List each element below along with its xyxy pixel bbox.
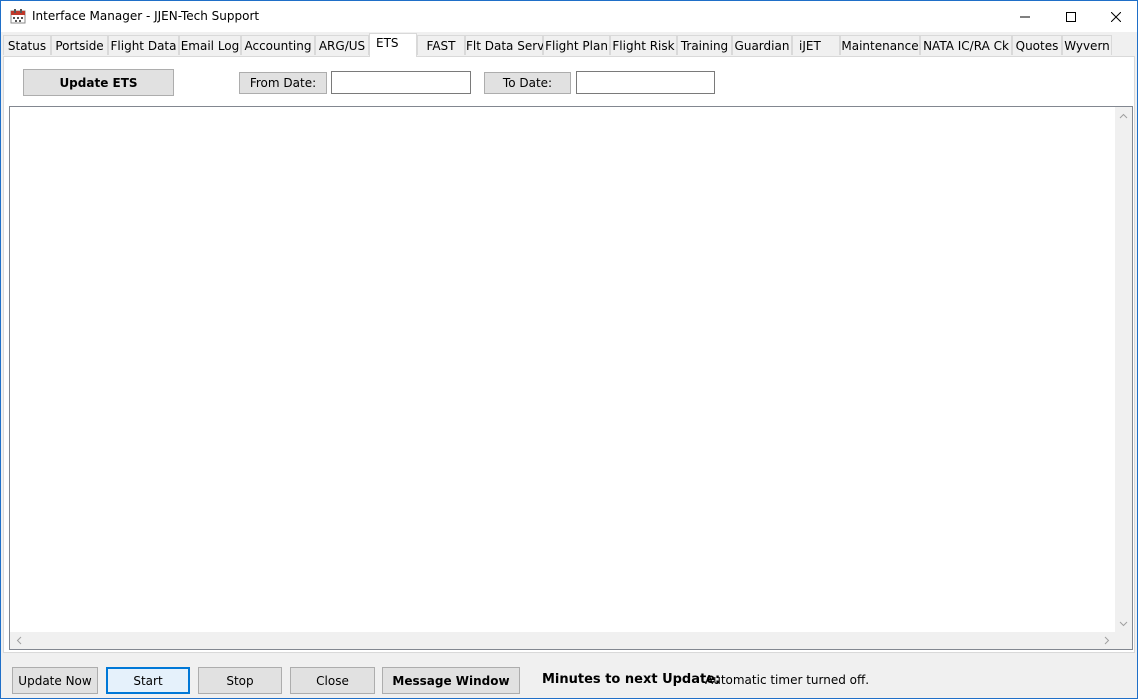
- chevron-right-icon: [1104, 636, 1109, 645]
- tab-accounting[interactable]: Accounting: [241, 35, 315, 55]
- tab-flt-data-serv[interactable]: Flt Data Serv: [465, 35, 545, 55]
- maximize-icon: [1066, 11, 1076, 22]
- from-date-label: From Date:: [239, 72, 327, 94]
- tab-label: Guardian: [734, 39, 790, 53]
- tab-label: Flight Plan: [545, 39, 608, 53]
- chevron-down-icon: [1119, 621, 1128, 626]
- message-window-button[interactable]: Message Window: [382, 667, 520, 694]
- tab-label: Quotes: [1015, 39, 1059, 53]
- tab-label: Portside: [55, 39, 104, 53]
- tab-label: Flight Data: [110, 39, 177, 53]
- tab-strip: Status Portside Flight Data Email Log Ac…: [3, 33, 1135, 57]
- tab-label: FAST: [426, 39, 456, 53]
- window-title: Interface Manager - JJEN-Tech Support: [32, 9, 260, 23]
- tab-status[interactable]: Status: [3, 35, 51, 55]
- tab-label: Flight Risk: [612, 39, 675, 53]
- tab-guardian[interactable]: Guardian: [732, 35, 792, 55]
- title-bar[interactable]: Interface Manager - JJEN-Tech Support: [1, 1, 1137, 32]
- chevron-left-icon: [16, 636, 21, 645]
- scroll-left-button[interactable]: [10, 632, 27, 649]
- chevron-up-icon: [1119, 113, 1128, 118]
- calendar-app-icon: [10, 8, 26, 24]
- tab-ijet[interactable]: iJET: [792, 35, 840, 55]
- vertical-scrollbar[interactable]: [1115, 107, 1132, 632]
- tab-nata-ic-ra-ck[interactable]: NATA IC/RA Ck: [920, 35, 1012, 55]
- tab-label: Maintenance: [841, 39, 919, 53]
- tab-flight-data[interactable]: Flight Data: [108, 35, 179, 55]
- tab-label: Email Log: [180, 39, 240, 53]
- minimize-button[interactable]: [1002, 1, 1048, 32]
- close-window-button[interactable]: [1093, 1, 1137, 32]
- tab-fast[interactable]: FAST: [417, 35, 465, 55]
- to-date-input[interactable]: [576, 71, 715, 94]
- tab-label: ARG/US: [318, 39, 366, 53]
- tab-maintenance[interactable]: Maintenance: [840, 35, 920, 55]
- tab-portside[interactable]: Portside: [51, 35, 108, 55]
- to-date-label: To Date:: [484, 72, 571, 94]
- tab-flight-risk[interactable]: Flight Risk: [610, 35, 677, 55]
- scroll-up-button[interactable]: [1115, 107, 1132, 124]
- tab-email-log[interactable]: Email Log: [179, 35, 241, 55]
- interface-manager-window: Interface Manager - JJEN-Tech Support St…: [0, 0, 1138, 699]
- ets-output-textbox[interactable]: [9, 106, 1133, 650]
- tab-label: Status: [7, 39, 47, 53]
- start-button[interactable]: Start: [106, 667, 190, 694]
- tab-label: ETS: [376, 36, 399, 50]
- stop-button[interactable]: Stop: [198, 667, 282, 694]
- maximize-button[interactable]: [1048, 1, 1094, 32]
- update-now-button[interactable]: Update Now: [12, 667, 98, 694]
- tab-wyvern[interactable]: Wyvern: [1062, 35, 1112, 55]
- from-date-input[interactable]: [331, 71, 471, 94]
- tab-flight-plan[interactable]: Flight Plan: [543, 35, 610, 55]
- update-ets-button[interactable]: Update ETS: [23, 69, 174, 96]
- scrollbar-corner: [1115, 632, 1132, 649]
- tab-label: NATA IC/RA Ck: [923, 39, 1009, 53]
- tab-label: iJET: [799, 39, 821, 53]
- tab-training[interactable]: Training: [677, 35, 732, 55]
- tab-label: Wyvern: [1064, 39, 1110, 53]
- minimize-icon: [1020, 16, 1030, 17]
- tab-quotes[interactable]: Quotes: [1012, 35, 1062, 55]
- close-button[interactable]: Close: [290, 667, 375, 694]
- timer-status-text: Automatic timer turned off.: [705, 673, 870, 687]
- scroll-down-button[interactable]: [1115, 615, 1132, 632]
- tab-label: Flt Data Serv: [466, 39, 545, 53]
- minutes-to-next-update-label: Minutes to next Update:: [542, 672, 721, 687]
- close-icon: [1111, 11, 1121, 22]
- scroll-right-button[interactable]: [1098, 632, 1115, 649]
- tab-arg-us[interactable]: ARG/US: [315, 35, 369, 55]
- tab-ets[interactable]: ETS: [369, 33, 417, 57]
- tab-label: Accounting: [244, 39, 312, 53]
- tab-label: Training: [680, 39, 729, 53]
- ets-tab-panel: Update ETS From Date: To Date:: [3, 56, 1135, 653]
- horizontal-scrollbar[interactable]: [10, 632, 1115, 649]
